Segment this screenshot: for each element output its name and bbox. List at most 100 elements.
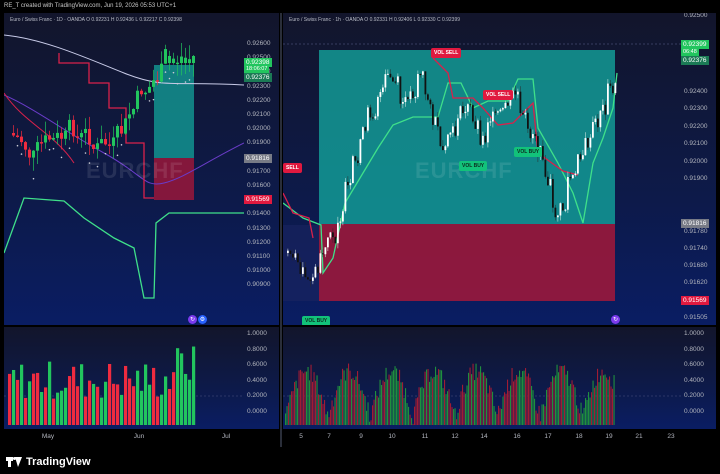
right-osc-bar — [469, 367, 471, 425]
left-price-pane[interactable]: Euro / Swiss Franc · 1D · OANDA O 0.9223… — [4, 13, 279, 325]
signal-vol-buy-1[interactable]: VOL BUY — [459, 161, 488, 171]
right-osc-bar — [579, 413, 581, 425]
left-signal-dot — [152, 98, 155, 101]
right-osc-bar — [433, 376, 435, 425]
signal-vol-buy-2[interactable]: VOL BUY — [514, 147, 543, 157]
right-osc-bar — [331, 400, 333, 425]
left-candle-body — [180, 56, 183, 63]
right-osc-bar — [606, 377, 608, 425]
left-level-low[interactable]: 0.91569 — [244, 195, 272, 204]
left-level-mid[interactable]: 0.91816 — [244, 154, 272, 163]
right-osc-bar — [484, 375, 486, 425]
right-osc-bar — [493, 406, 495, 425]
right-osc-bar — [376, 395, 378, 425]
right-candle-body — [409, 91, 412, 100]
right-candle-body — [527, 112, 529, 129]
right-osc-bar — [478, 371, 480, 425]
left-candle-body — [124, 118, 127, 134]
right-candle-body — [432, 104, 434, 125]
right-osc-bar — [571, 380, 573, 425]
right-osc-bar — [463, 392, 465, 425]
right-y-tick: 0.91680 — [684, 262, 708, 269]
right-osc-bar — [325, 414, 327, 425]
signal-vol-sell-1[interactable]: VOL SELL — [431, 48, 462, 58]
left-osc-bar — [20, 364, 24, 425]
right-candle-body — [607, 83, 609, 115]
right-x-tick: 10 — [388, 433, 396, 440]
right-osc-bar — [522, 371, 524, 425]
right-candle-body — [294, 253, 297, 258]
replay-icon[interactable]: ↻ — [188, 315, 197, 324]
right-osc-bar — [454, 408, 456, 425]
right-price-axis[interactable]: 0.92500 0.92400 0.92300 0.92200 0.92100 0.920… — [681, 13, 716, 325]
right-candle-body — [307, 277, 309, 280]
left-candle-body — [108, 144, 111, 146]
right-osc-bar — [595, 385, 597, 425]
left-osc-bar — [136, 370, 140, 425]
right-osc-bar — [385, 367, 387, 425]
signal-vol-buy-3[interactable]: VOL BUY — [302, 316, 331, 325]
right-osc-tick: 0.0000 — [684, 407, 704, 415]
left-osc-tick: 0.2000 — [247, 392, 267, 399]
right-candle-body — [312, 277, 314, 281]
right-candle-body — [477, 120, 479, 129]
right-osc-bar — [499, 408, 501, 425]
right-candle-body — [577, 154, 579, 174]
right-osc-bar — [366, 410, 368, 425]
left-osc-bar — [72, 366, 76, 425]
left-osc-bar — [32, 373, 36, 425]
right-osc-bar — [384, 381, 386, 425]
left-oscillator-axis[interactable]: 1.0000 0.8000 0.6000 0.4000 0.2000 0.0000 — [244, 327, 279, 429]
left-osc-bar — [108, 363, 112, 425]
chart-divider[interactable] — [280, 13, 282, 447]
right-price-pane[interactable]: Euro / Swiss Franc · 1h · OANDA O 0.9233… — [283, 13, 716, 325]
right-osc-bar — [304, 371, 306, 425]
left-candle-body — [72, 119, 75, 137]
left-osc-bar — [160, 394, 164, 425]
right-candle-body — [332, 232, 334, 238]
left-time-axis[interactable]: May Jun Jul — [4, 430, 279, 446]
left-oscillator-pane[interactable]: 1.0000 0.8000 0.6000 0.4000 0.2000 0.0000 — [4, 327, 279, 429]
right-osc-bar — [574, 387, 576, 425]
right-candle-body — [444, 146, 447, 151]
signal-sell[interactable]: SELL — [283, 163, 302, 173]
right-osc-bar — [604, 374, 606, 425]
settings-icon[interactable]: ⚙ — [198, 315, 207, 324]
right-osc-bar — [445, 394, 447, 425]
right-candle-body — [337, 222, 339, 244]
right-osc-bar — [547, 387, 549, 425]
right-candle-body — [564, 209, 567, 211]
replay-icon-right[interactable]: ↻ — [611, 315, 620, 324]
signal-vol-sell-2[interactable]: VOL SELL — [483, 90, 514, 100]
right-candle-body — [309, 279, 312, 281]
left-y-tick: 0.91000 — [247, 267, 271, 275]
right-candle-body — [534, 134, 537, 137]
right-level-high[interactable]: 0.92376 — [681, 56, 709, 65]
right-osc-bar — [415, 398, 417, 425]
right-candle-body — [609, 83, 612, 86]
tradingview-logo[interactable]: TradingView — [6, 456, 91, 468]
right-candle-body — [462, 106, 464, 114]
right-candle-body — [424, 71, 427, 95]
right-osc-bar — [589, 397, 591, 425]
right-oscillator-pane[interactable]: 1.0000 0.8000 0.6000 0.4000 0.2000 0.0000 — [283, 327, 716, 429]
left-level-high[interactable]: 0.92376 — [244, 73, 272, 82]
right-level-mid[interactable]: 0.91816 — [681, 219, 709, 228]
right-x-tick: 14 — [480, 433, 488, 440]
right-osc-bar — [561, 366, 563, 425]
right-osc-bar — [567, 370, 569, 425]
left-candle-body — [136, 90, 139, 109]
right-candle-body — [377, 96, 379, 117]
right-oscillator-axis[interactable]: 1.0000 0.8000 0.6000 0.4000 0.2000 0.0000 — [681, 327, 716, 429]
right-x-tick: 23 — [667, 433, 675, 440]
right-osc-bar — [477, 377, 479, 425]
right-osc-bar — [613, 375, 615, 425]
right-time-axis[interactable]: 5 7 9 10 11 12 14 16 17 18 19 21 23 — [283, 430, 716, 446]
left-candle-body — [132, 108, 135, 115]
right-osc-bar — [439, 369, 441, 425]
left-y-tick: 0.91400 — [247, 210, 271, 218]
right-level-low[interactable]: 0.91569 — [681, 296, 709, 305]
left-y-tick: 0.92600 — [247, 40, 271, 47]
left-x-tick: Jun — [133, 433, 145, 440]
left-price-axis[interactable]: 0.926000.925000.924000.923000.922000.921… — [244, 13, 279, 325]
